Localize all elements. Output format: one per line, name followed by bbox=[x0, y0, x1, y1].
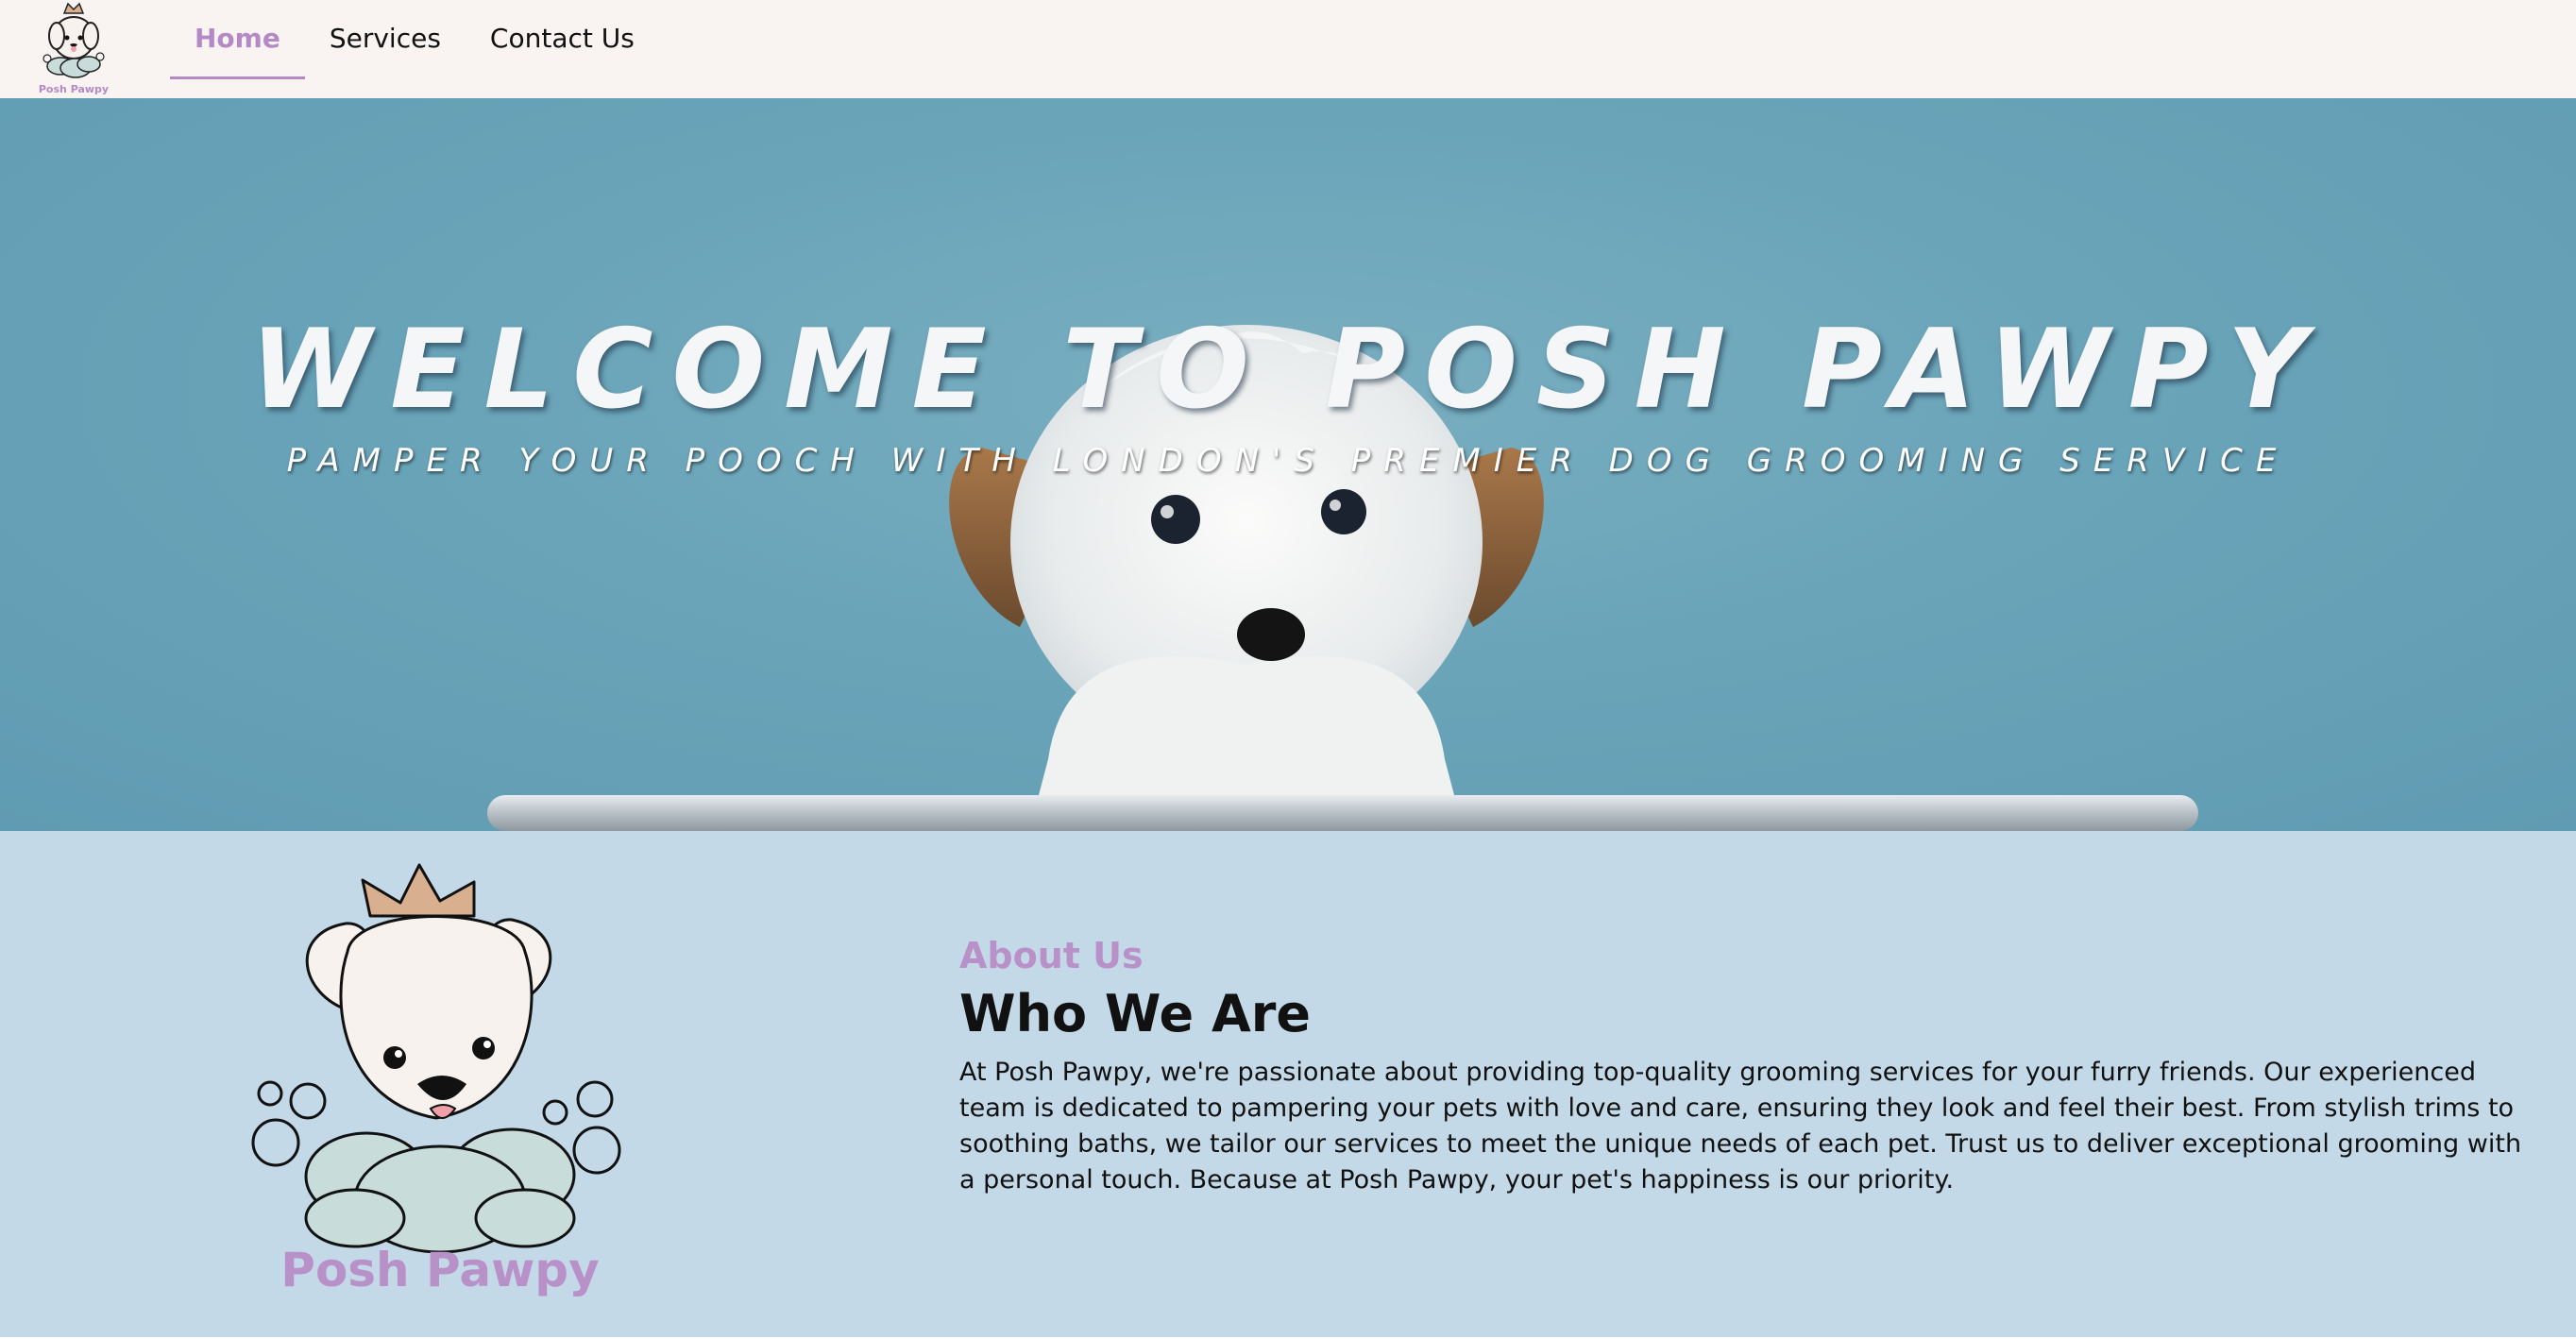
hero-banner: WELCOME TO POSH PAWPY PAMPER YOUR POOCH … bbox=[0, 98, 2576, 831]
about-heading: Who We Are bbox=[959, 984, 1312, 1043]
about-text-block: About Us Who We Are At Posh Pawpy, we're… bbox=[959, 935, 2527, 1198]
about-body-text: At Posh Pawpy, we're passionate about pr… bbox=[959, 1058, 2522, 1195]
posh-pawpy-logo-icon[interactable]: Posh Pawpy bbox=[26, 0, 121, 98]
hero-subtitle: PAMPER YOUR POOCH WITH LONDON'S PREMIER … bbox=[286, 442, 2290, 480]
nav-link-contact-us[interactable]: Contact Us bbox=[466, 0, 659, 79]
nav-link-home[interactable]: Home bbox=[170, 0, 305, 79]
top-navigation: Posh Pawpy Home Services Contact Us bbox=[0, 0, 2576, 98]
grooming-tub-image bbox=[487, 795, 2198, 831]
logo-wordmark: Posh Pawpy bbox=[39, 83, 109, 95]
nav-links: Home Services Contact Us bbox=[170, 0, 659, 98]
about-eyebrow: About Us bbox=[959, 935, 1144, 976]
nav-link-services[interactable]: Services bbox=[305, 0, 466, 79]
about-brand-wordmark: Posh Pawpy bbox=[280, 1243, 600, 1297]
hero-title: WELCOME TO POSH PAWPY bbox=[250, 306, 2326, 433]
about-section: Posh Pawpy About Us Who We Are At Posh P… bbox=[0, 831, 2576, 1337]
posh-pawpy-mascot-icon bbox=[251, 863, 621, 1254]
